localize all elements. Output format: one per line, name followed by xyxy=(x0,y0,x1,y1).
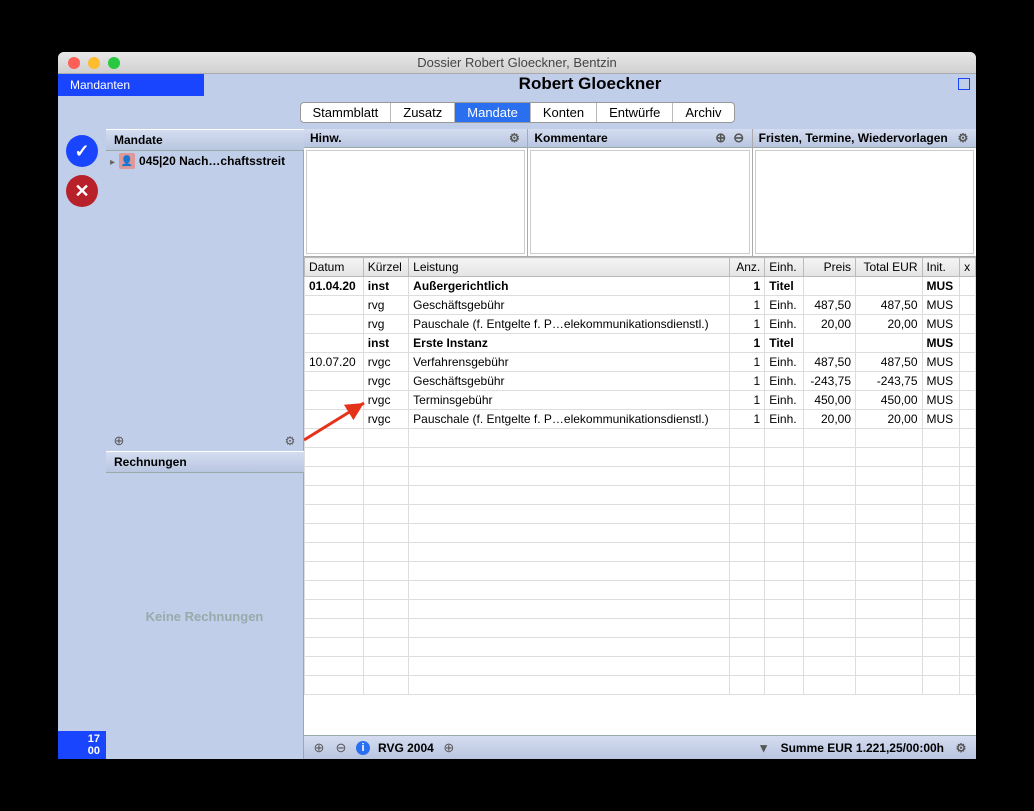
col-3[interactable]: Anz. xyxy=(730,258,765,277)
counter-bottom: 00 xyxy=(64,745,100,757)
table-row-empty[interactable] xyxy=(305,524,976,543)
table-row[interactable]: rvgcTerminsgebühr1Einh.450,00450,00MUS xyxy=(305,391,976,410)
main-panel: Hinw. Kommentare Fristen, Termine, Wiede… xyxy=(304,129,976,759)
left-action-column: ✓ ✕ 17 00 xyxy=(58,129,106,759)
hinw-gear-icon[interactable] xyxy=(507,131,521,145)
panel-fristen: Fristen, Termine, Wiedervorlagen xyxy=(753,129,976,256)
table-row-empty[interactable] xyxy=(305,467,976,486)
table-row-empty[interactable] xyxy=(305,562,976,581)
col-2[interactable]: Leistung xyxy=(409,258,730,277)
tab-konten[interactable]: Konten xyxy=(531,103,597,122)
komm-body[interactable] xyxy=(530,150,749,254)
disclosure-icon[interactable] xyxy=(110,154,115,168)
col-8[interactable]: x xyxy=(960,258,976,277)
frist-gear-icon[interactable] xyxy=(956,131,970,145)
table-row[interactable]: rvgPauschale (f. Entgelte f. P…elekommun… xyxy=(305,315,976,334)
body: ✓ ✕ 17 00 Mandate 👤 045|20 Nach…chaftsst… xyxy=(58,129,976,759)
cancel-button[interactable]: ✕ xyxy=(66,175,98,207)
mandate-header: Mandate xyxy=(106,129,304,151)
rechnungen-empty: Keine Rechnungen xyxy=(106,473,304,759)
col-0[interactable]: Datum xyxy=(305,258,364,277)
mandate-list-footer xyxy=(106,431,303,451)
table-row[interactable]: rvgcPauschale (f. Entgelte f. P…elekommu… xyxy=(305,410,976,429)
app-window: Dossier Robert Gloeckner, Bentzin Mandan… xyxy=(58,52,976,759)
table-row-empty[interactable] xyxy=(305,638,976,657)
top-panels: Hinw. Kommentare Fristen, Termine, Wiede… xyxy=(304,129,976,257)
rvg-add-icon[interactable] xyxy=(442,741,456,755)
col-6[interactable]: Total EUR xyxy=(856,258,922,277)
komm-remove-icon[interactable] xyxy=(732,131,746,145)
col-7[interactable]: Init. xyxy=(922,258,960,277)
table-row[interactable]: 01.04.20instAußergerichtlich1TitelMUS xyxy=(305,277,976,296)
top-bar: Mandanten Robert Gloeckner xyxy=(58,74,976,96)
tab-bar: StammblattZusatzMandateKontenEntwürfeArc… xyxy=(58,96,976,129)
info-icon[interactable]: i xyxy=(356,741,370,755)
table-row-empty[interactable] xyxy=(305,619,976,638)
tab-mandate[interactable]: Mandate xyxy=(455,103,531,122)
panel-hinw: Hinw. xyxy=(304,129,528,256)
frist-body[interactable] xyxy=(755,150,974,254)
confirm-button[interactable]: ✓ xyxy=(66,135,98,167)
mandate-gear-icon[interactable] xyxy=(283,434,297,448)
counter-top: 17 xyxy=(64,733,100,745)
mandate-item[interactable]: 👤 045|20 Nach…chaftsstreit xyxy=(106,151,303,171)
sb-add-icon[interactable] xyxy=(312,741,326,755)
table-row-empty[interactable] xyxy=(305,429,976,448)
table-row[interactable]: rvgcGeschäftsgebühr1Einh.-243,75-243,75M… xyxy=(305,372,976,391)
hinw-body[interactable] xyxy=(306,150,525,254)
mandate-item-label: 045|20 Nach…chaftsstreit xyxy=(139,154,285,168)
titlebar: Dossier Robert Gloeckner, Bentzin xyxy=(58,52,976,74)
col-5[interactable]: Preis xyxy=(803,258,855,277)
rechnungen-header: Rechnungen xyxy=(106,451,304,473)
counter-badge: 17 00 xyxy=(58,731,106,759)
status-bar: i RVG 2004 Summe EUR 1.221,25/00:00h xyxy=(304,735,976,759)
panel-kommentare: Kommentare xyxy=(528,129,752,256)
sidebar: Mandate 👤 045|20 Nach…chaftsstreit Rechn… xyxy=(106,129,304,759)
add-mandate-icon[interactable] xyxy=(112,434,126,448)
table-row-empty[interactable] xyxy=(305,581,976,600)
window-title: Dossier Robert Gloeckner, Bentzin xyxy=(58,55,976,70)
services-table[interactable]: DatumKürzelLeistungAnz.Einh.PreisTotal E… xyxy=(304,257,976,695)
client-name: Robert Gloeckner xyxy=(204,74,976,96)
tab-zusatz[interactable]: Zusatz xyxy=(391,103,455,122)
table-row-empty[interactable] xyxy=(305,600,976,619)
tab-entwürfe[interactable]: Entwürfe xyxy=(597,103,673,122)
table-row-empty[interactable] xyxy=(305,657,976,676)
panel-frist-label: Fristen, Termine, Wiedervorlagen xyxy=(759,131,948,145)
tab-stammblatt[interactable]: Stammblatt xyxy=(301,103,392,122)
client-name-text: Robert Gloeckner xyxy=(519,74,662,93)
col-4[interactable]: Einh. xyxy=(765,258,803,277)
sb-gear-icon[interactable] xyxy=(954,741,968,755)
table-row-empty[interactable] xyxy=(305,543,976,562)
col-1[interactable]: Kürzel xyxy=(363,258,408,277)
table-wrap[interactable]: DatumKürzelLeistungAnz.Einh.PreisTotal E… xyxy=(304,257,976,735)
panel-hinw-label: Hinw. xyxy=(310,131,342,145)
dropdown-icon[interactable] xyxy=(757,741,771,755)
table-row-empty[interactable] xyxy=(305,486,976,505)
tab-archiv[interactable]: Archiv xyxy=(673,103,733,122)
table-row[interactable]: 10.07.20rvgcVerfahrensgebühr1Einh.487,50… xyxy=(305,353,976,372)
expand-icon[interactable] xyxy=(958,78,970,90)
summe-label: Summe EUR 1.221,25/00:00h xyxy=(781,741,944,755)
table-row-empty[interactable] xyxy=(305,676,976,695)
sb-remove-icon[interactable] xyxy=(334,741,348,755)
table-row-empty[interactable] xyxy=(305,505,976,524)
mandate-list: 👤 045|20 Nach…chaftsstreit xyxy=(106,151,304,451)
avatar-icon: 👤 xyxy=(119,153,135,169)
komm-add-icon[interactable] xyxy=(714,131,728,145)
rvg-label: RVG 2004 xyxy=(378,741,434,755)
table-row[interactable]: instErste Instanz1TitelMUS xyxy=(305,334,976,353)
mandanten-button[interactable]: Mandanten xyxy=(58,74,204,96)
table-row-empty[interactable] xyxy=(305,448,976,467)
panel-komm-label: Kommentare xyxy=(534,131,607,145)
table-row[interactable]: rvgGeschäftsgebühr1Einh.487,50487,50MUS xyxy=(305,296,976,315)
